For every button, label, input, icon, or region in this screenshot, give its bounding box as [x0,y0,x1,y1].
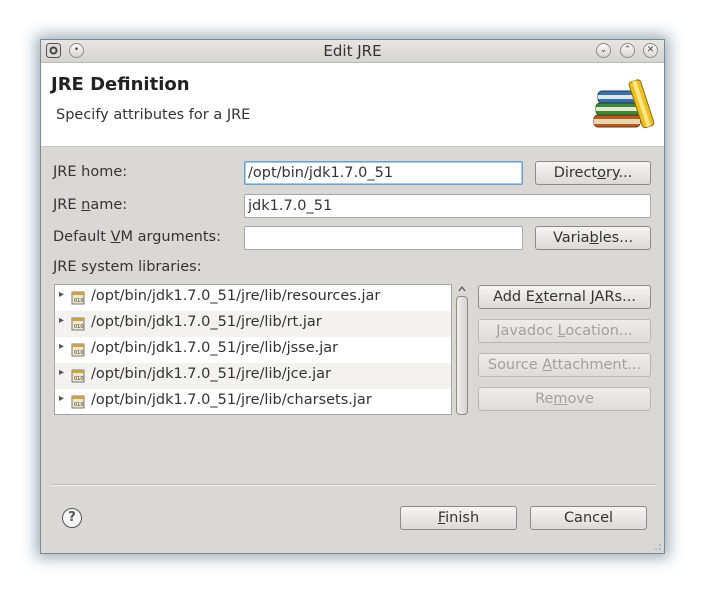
close-icon[interactable]: ✕ [643,43,658,58]
svg-text:010: 010 [74,324,84,330]
source-attachment-button[interactable]: Source Attachment... [478,353,651,377]
library-path: /opt/bin/jdk1.7.0_51/jre/lib/jce.jar [91,366,331,382]
library-path: /opt/bin/jdk1.7.0_51/jre/lib/resources.j… [91,288,381,304]
vm-arguments-input[interactable] [244,226,523,250]
minimize-icon[interactable]: ⌄ [596,43,611,58]
jar-file-icon: 010 [71,291,85,305]
edit-jre-dialog: • Edit JRE ⌄ ⌃ ✕ JRE Definition Specify … [40,39,665,554]
title-bar[interactable]: • Edit JRE ⌄ ⌃ ✕ [41,40,664,63]
window-title: Edit JRE [323,42,382,60]
directory-button[interactable]: Directory... [535,161,651,185]
list-item[interactable]: ▸ 010 /opt/bin/jdk1.7.0_51/jre/lib/jsse.… [55,337,451,363]
jar-file-icon: 010 [71,317,85,331]
vm-arguments-label: Default VM arguments: [53,229,221,245]
jre-name-input[interactable]: jdk1.7.0_51 [244,194,651,218]
header-title: JRE Definition [51,74,190,95]
list-item[interactable]: ▸ 010 /opt/bin/jdk1.7.0_51/jre/lib/resou… [55,285,451,311]
jar-file-icon: 010 [71,395,85,409]
svg-text:010: 010 [74,350,84,356]
add-external-jars-button[interactable]: Add External JARs... [478,285,651,309]
finish-button[interactable]: Finish [400,506,517,530]
svg-text:010: 010 [74,402,84,408]
jre-home-label: JRE home: [53,164,128,180]
jre-name-label: JRE name: [53,197,128,213]
header-subtitle: Specify attributes for a JRE [56,107,251,123]
jar-file-icon: 010 [71,343,85,357]
expand-arrow-icon[interactable]: ▸ [59,315,64,326]
libraries-scrollbar[interactable] [456,284,468,415]
javadoc-location-button[interactable]: Javadoc Location... [478,319,651,343]
expand-arrow-icon[interactable]: ▸ [59,341,64,352]
expand-arrow-icon[interactable]: ▸ [59,289,64,300]
libraries-tree[interactable]: ▸ 010 /opt/bin/jdk1.7.0_51/jre/lib/resou… [54,284,452,415]
maximize-icon[interactable]: ⌃ [620,43,635,58]
libraries-label: JRE system libraries: [53,259,202,275]
library-path: /opt/bin/jdk1.7.0_51/jre/lib/charsets.ja… [91,392,372,408]
svg-text:010: 010 [74,298,84,304]
scrollbar-thumb[interactable] [456,296,468,415]
scroll-up-icon[interactable] [458,285,466,293]
resize-grip-icon[interactable] [654,543,662,551]
svg-text:010: 010 [74,376,84,382]
list-item[interactable]: ▸ 010 /opt/bin/jdk1.7.0_51/jre/lib/rt.ja… [55,311,451,337]
jre-home-input[interactable]: /opt/bin/jdk1.7.0_51 [244,161,523,185]
remove-button[interactable]: Remove [478,387,651,411]
expand-arrow-icon[interactable]: ▸ [59,367,64,378]
library-path: /opt/bin/jdk1.7.0_51/jre/lib/rt.jar [91,314,322,330]
list-item[interactable]: ▸ 010 /opt/bin/jdk1.7.0_51/jre/lib/jce.j… [55,363,451,389]
variables-button[interactable]: Variables... [535,226,651,250]
footer-separator [51,484,656,486]
list-item[interactable]: ▸ 010 /opt/bin/jdk1.7.0_51/jre/lib/chars… [55,389,451,414]
cancel-button[interactable]: Cancel [530,506,647,530]
books-icon [593,79,655,129]
expand-arrow-icon[interactable]: ▸ [59,393,64,404]
library-path: /opt/bin/jdk1.7.0_51/jre/lib/jsse.jar [91,340,339,356]
help-icon[interactable]: ? [62,508,82,528]
header-panel: JRE Definition Specify attributes for a … [41,63,664,147]
jar-file-icon: 010 [71,369,85,383]
